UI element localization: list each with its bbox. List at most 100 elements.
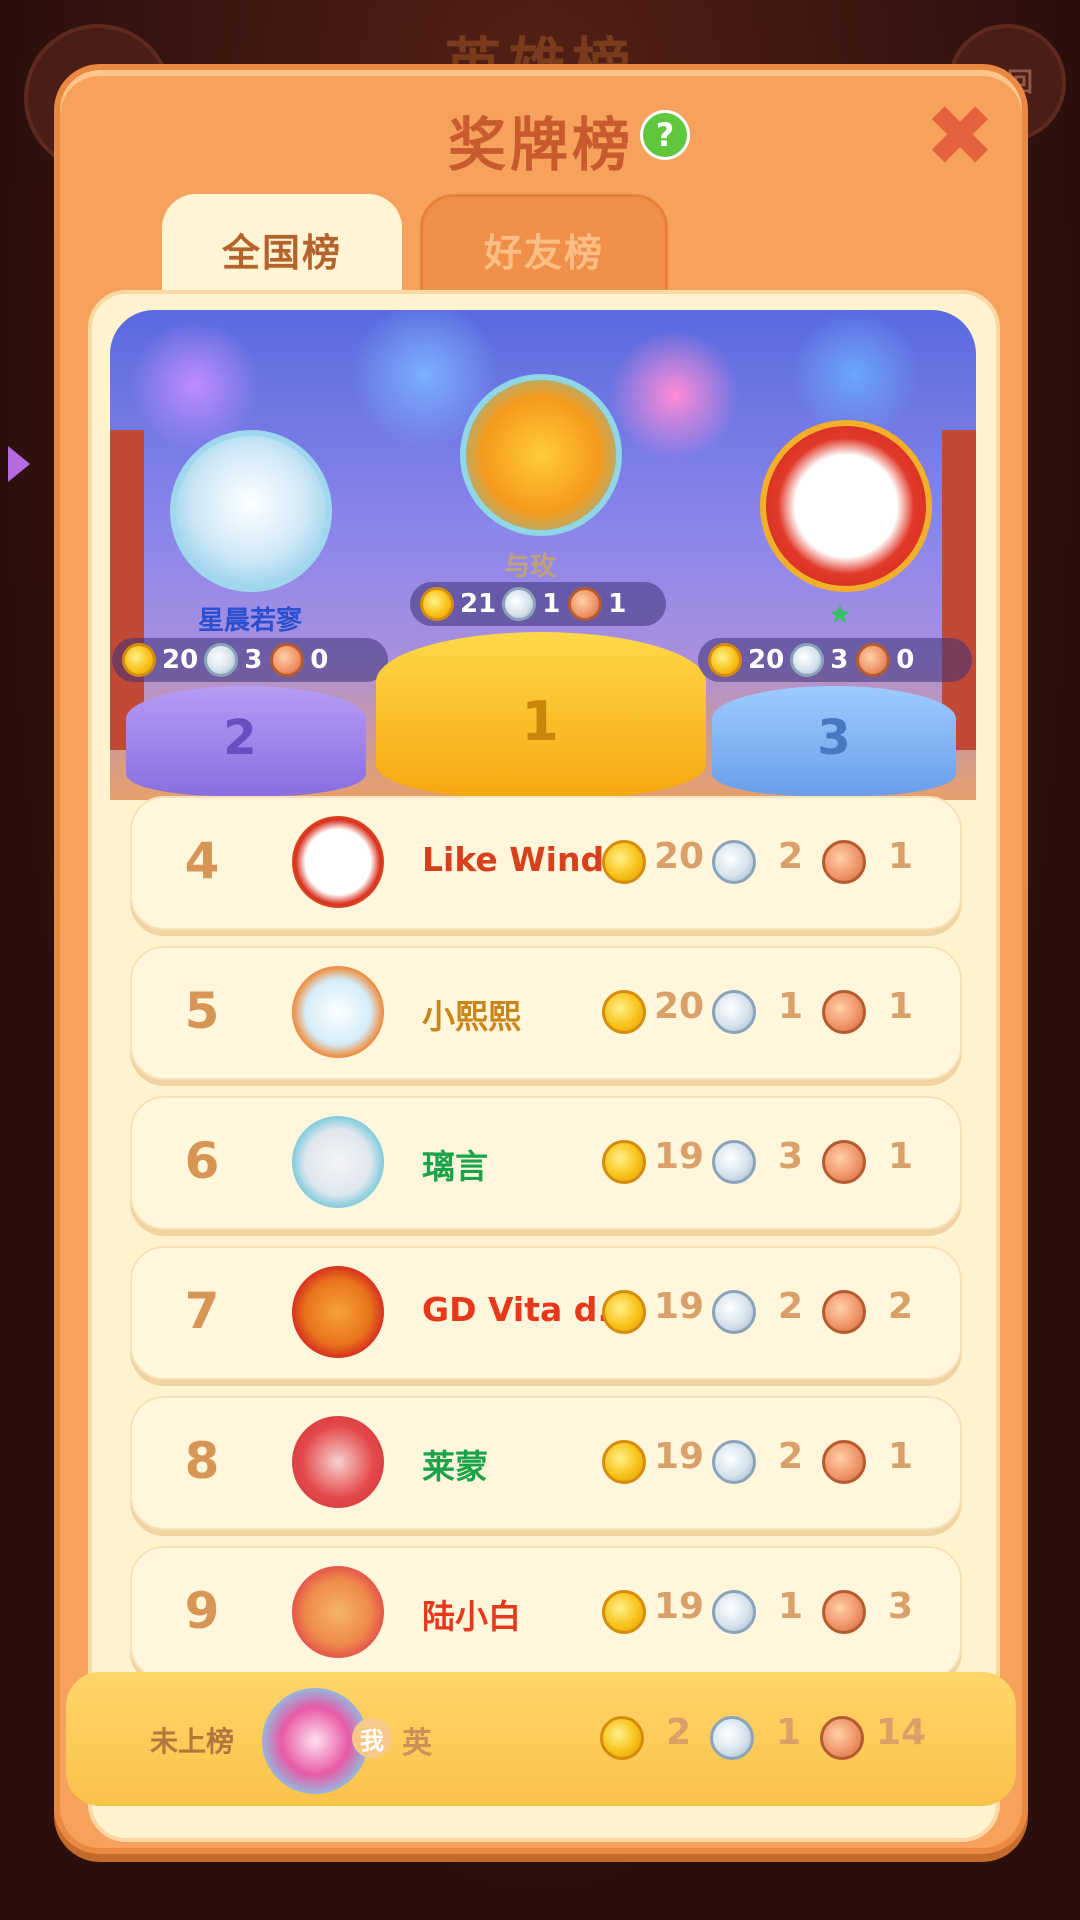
bronze-medal-icon [856, 643, 891, 677]
gold-medal-icon [602, 1140, 646, 1184]
bronze-medal-icon [822, 840, 866, 884]
bronze-count: 14 [876, 1712, 927, 1753]
gold-count: 21 [460, 589, 497, 619]
rank-number: 9 [184, 1582, 220, 1640]
leaderboard-row[interactable]: 4 Like Wind 20 2 1 [130, 796, 962, 930]
silver-medal-icon [204, 643, 239, 677]
player-avatar[interactable] [292, 1116, 384, 1208]
silver-count: 1 [542, 589, 561, 619]
silver-medal-icon [712, 1440, 756, 1484]
podium-area: 星晨若寥 20 3 0 2 与玫 21 1 1 1 ★ 20 3 0 3 [110, 310, 976, 800]
silver-count: 3 [830, 645, 849, 675]
first-place-number: 1 [521, 690, 559, 753]
player-avatar[interactable] [292, 1566, 384, 1658]
my-rank-row[interactable]: 未上榜 我 英 2 1 14 [66, 1672, 1016, 1806]
bronze-medal-icon [568, 587, 603, 621]
first-place-medals: 21 1 1 [410, 582, 666, 626]
gold-count: 20 [162, 645, 199, 675]
third-place-avatar[interactable] [760, 420, 932, 592]
gold-count: 19 [654, 1286, 705, 1327]
silver-count: 1 [776, 1712, 802, 1753]
silver-medal-icon [712, 840, 756, 884]
silver-count: 1 [778, 1586, 804, 1627]
gold-medal-icon [602, 990, 646, 1034]
bronze-count: 1 [888, 986, 914, 1027]
bronze-count: 1 [888, 1436, 914, 1477]
rank-number: 6 [184, 1132, 220, 1190]
gold-count: 19 [654, 1436, 705, 1477]
stage-pillar [942, 430, 976, 750]
rank-number: 8 [184, 1432, 220, 1490]
gold-medal-icon [602, 1590, 646, 1634]
second-place-avatar[interactable] [170, 430, 332, 592]
third-place-medals: 20 3 0 [698, 638, 972, 682]
bronze-count: 1 [888, 1136, 914, 1177]
bronze-count: 0 [896, 645, 915, 675]
my-name: 英 [402, 1726, 432, 1761]
gold-medal-icon [708, 643, 742, 677]
player-avatar[interactable] [292, 1266, 384, 1358]
gold-count: 20 [654, 836, 705, 877]
stage-pillar [110, 430, 144, 750]
gold-count: 19 [654, 1136, 705, 1177]
bronze-count: 0 [310, 645, 329, 675]
bronze-medal-icon [822, 990, 866, 1034]
help-icon[interactable]: ? [640, 110, 690, 160]
tab-national[interactable]: 全国榜 [162, 194, 402, 304]
leaderboard-row[interactable]: 9 陆小白 19 1 3 [130, 1546, 962, 1680]
third-place-name: ★ [828, 600, 852, 630]
player-avatar[interactable] [292, 966, 384, 1058]
leaderboard-row[interactable]: 6 璃言 19 3 1 [130, 1096, 962, 1230]
bronze-medal-icon [822, 1440, 866, 1484]
bronze-count: 2 [888, 1286, 914, 1327]
silver-medal-icon [790, 643, 825, 677]
player-avatar[interactable] [292, 1416, 384, 1508]
bronze-medal-icon [822, 1140, 866, 1184]
leaderboard-row[interactable]: 8 莱蒙 19 2 1 [130, 1396, 962, 1530]
silver-medal-icon [712, 1140, 756, 1184]
third-place-number: 3 [817, 710, 851, 766]
close-icon[interactable]: ✖ [922, 94, 998, 178]
bronze-count: 3 [888, 1586, 914, 1627]
bronze-count: 1 [888, 836, 914, 877]
gold-count: 19 [654, 1586, 705, 1627]
tab-friends[interactable]: 好友榜 [420, 194, 668, 304]
second-place-name: 星晨若寥 [197, 606, 302, 636]
rank-number: 4 [184, 832, 220, 890]
first-place-name: 与玫 [503, 552, 556, 582]
gold-medal-icon [602, 1290, 646, 1334]
gold-medal-icon [600, 1716, 644, 1760]
gold-count: 20 [654, 986, 705, 1027]
first-place-avatar[interactable] [460, 374, 622, 536]
me-badge: 我 [352, 1718, 392, 1758]
side-arrow-icon[interactable] [8, 446, 30, 482]
leaderboard-row[interactable]: 7 GD Vita d... 19 2 2 [130, 1246, 962, 1380]
gold-medal-icon [602, 840, 646, 884]
player-name: 小熙熙 [422, 997, 521, 1036]
silver-medal-icon [502, 587, 537, 621]
leaderboard-row[interactable]: 5 小熙熙 20 1 1 [130, 946, 962, 1080]
player-name: 璃言 [422, 1147, 488, 1186]
silver-count: 2 [778, 836, 804, 877]
silver-count: 2 [778, 1286, 804, 1327]
silver-medal-icon [712, 1590, 756, 1634]
gold-count: 2 [666, 1712, 692, 1753]
bronze-count: 1 [608, 589, 627, 619]
rank-number: 7 [184, 1282, 220, 1340]
second-place-medals: 20 3 0 [112, 638, 388, 682]
silver-count: 1 [778, 986, 804, 1027]
second-place-number: 2 [223, 710, 257, 766]
silver-medal-icon [710, 1716, 754, 1760]
silver-medal-icon [712, 1290, 756, 1334]
player-avatar[interactable] [292, 816, 384, 908]
player-name: Like Wind [422, 840, 605, 879]
silver-count: 2 [778, 1436, 804, 1477]
player-name: 陆小白 [422, 1597, 521, 1636]
gold-count: 20 [748, 645, 785, 675]
bronze-medal-icon [270, 643, 305, 677]
bronze-medal-icon [820, 1716, 864, 1760]
firework-decoration [610, 330, 740, 460]
bronze-medal-icon [822, 1590, 866, 1634]
silver-count: 3 [778, 1136, 804, 1177]
dialog-title: 奖牌榜 [447, 111, 634, 179]
